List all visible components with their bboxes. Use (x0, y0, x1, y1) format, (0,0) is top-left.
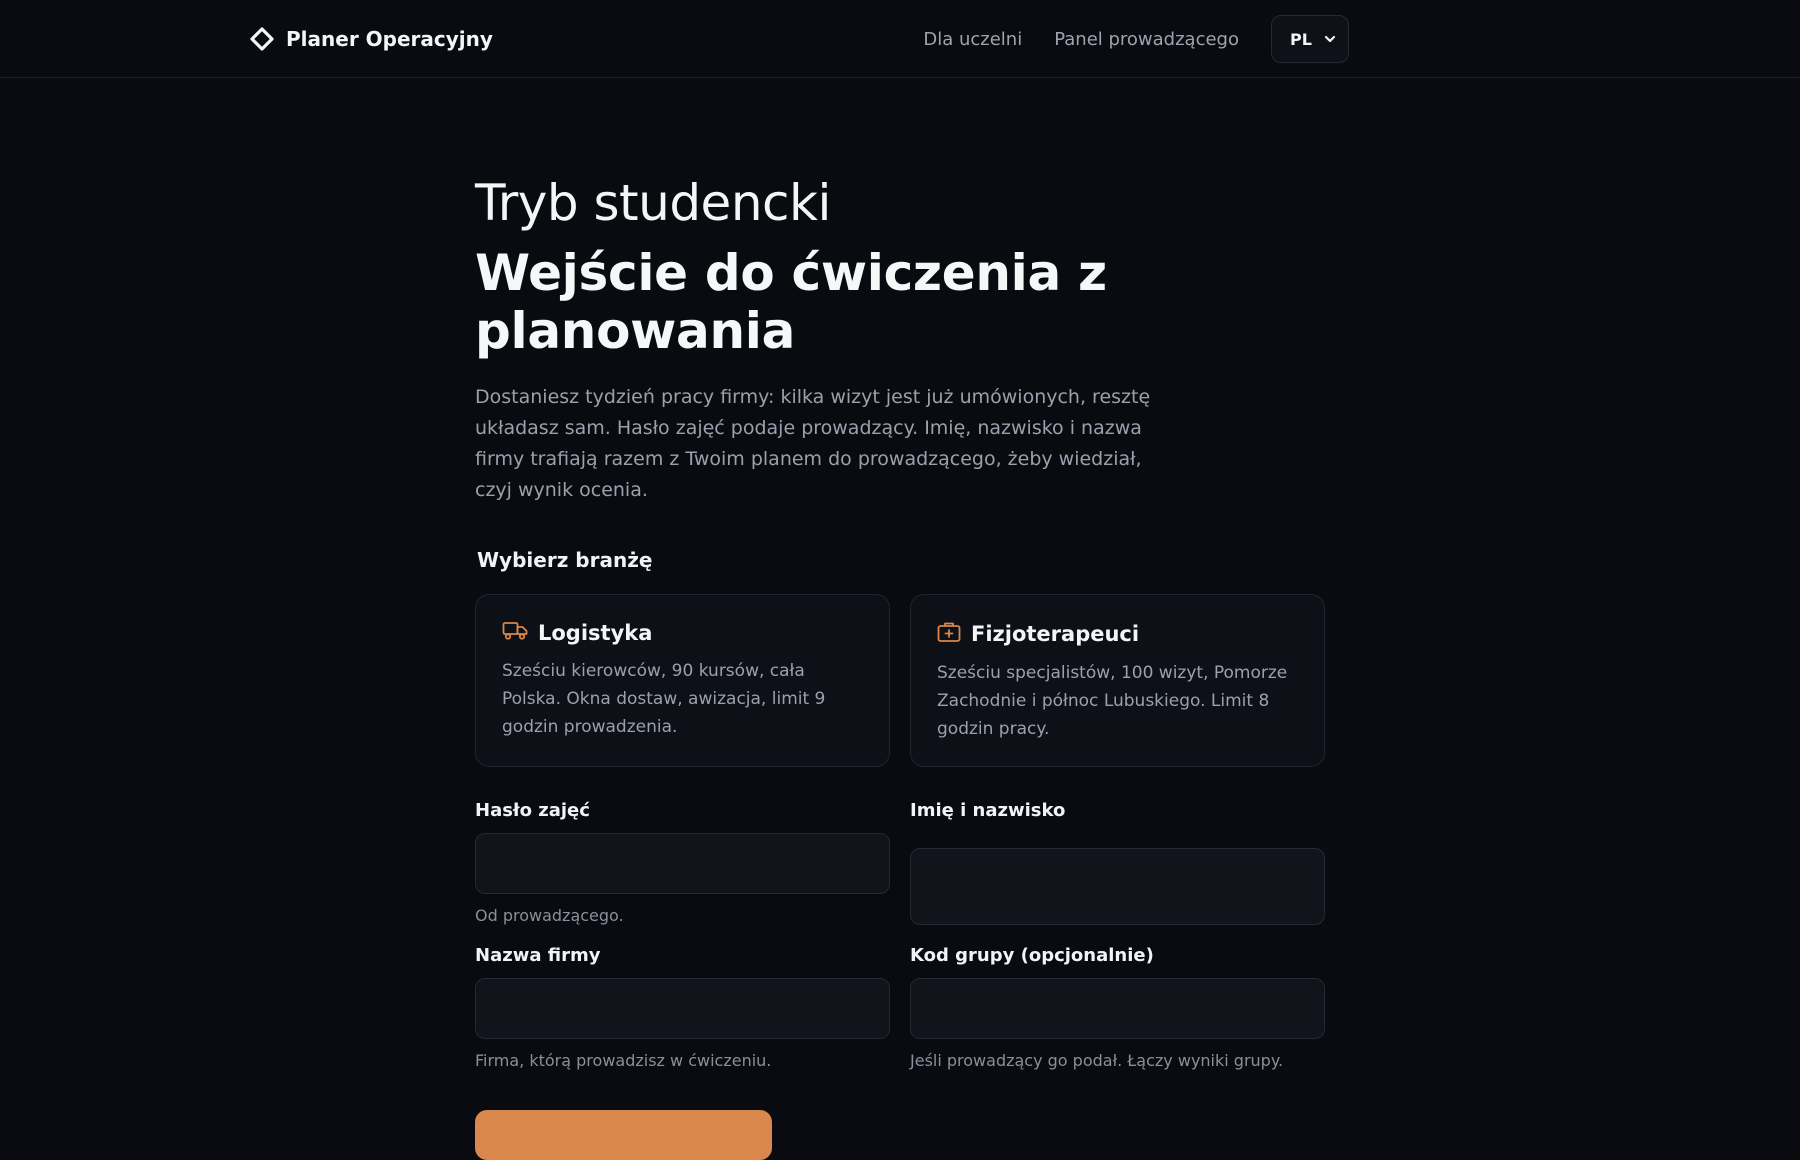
nav-link-for-universities[interactable]: Dla uczelni (923, 29, 1022, 50)
group-code-field: Kod grupy (opcjonalnie) Jeśli prowadzący… (910, 944, 1325, 1071)
nav-link-instructor-panel[interactable]: Panel prowadzącego (1054, 29, 1239, 50)
group-code-hint: Jeśli prowadzący go podał. Łączy wyniki … (910, 1051, 1284, 1070)
card-description: Sześciu kierowców, 90 kursów, cała Polsk… (502, 661, 826, 737)
page-description: Dostaniesz tydzień pracy firmy: kilka wi… (475, 386, 1151, 501)
full-name-input[interactable] (910, 848, 1325, 925)
page-title: Wejście do ćwiczenia z planowania (475, 244, 1107, 360)
class-password-hint: Od prowadzącego. (475, 906, 624, 925)
brand-name: Planer Operacyjny (286, 27, 493, 51)
class-password-input[interactable] (475, 833, 890, 894)
group-code-input[interactable] (910, 978, 1325, 1039)
full-name-field: Imię i nazwisko (910, 799, 1325, 926)
diamond-logo-icon (250, 27, 274, 51)
class-password-label: Hasło zajęć (475, 800, 590, 821)
company-name-label: Nazwa firmy (475, 945, 601, 966)
company-name-hint: Firma, którą prowadzisz w ćwiczeniu. (475, 1051, 772, 1070)
industry-section-label: Wybierz branżę (477, 548, 653, 572)
class-password-field: Hasło zajęć Od prowadzącego. (475, 799, 890, 926)
medical-kit-icon (937, 621, 961, 647)
company-name-input[interactable] (475, 978, 890, 1039)
industry-card-physiotherapists[interactable]: Fizjoterapeuci Sześciu specjalistów, 100… (910, 594, 1325, 767)
student-entry-form: Tryb studencki Wejście do ćwiczenia z pl… (475, 170, 1325, 1071)
form-fields: Hasło zajęć Od prowadzącego. Imię i nazw… (475, 799, 1325, 1071)
industry-options: Logistyka Sześciu kierowców, 90 kursów, … (475, 594, 1325, 767)
card-header: Logistyka (502, 621, 863, 645)
page-eyebrow: Tryb studencki (475, 174, 831, 232)
card-description: Sześciu specjalistów, 100 wizyt, Pomorze… (937, 663, 1288, 739)
industry-card-logistics[interactable]: Logistyka Sześciu kierowców, 90 kursów, … (475, 594, 890, 767)
truck-icon (502, 621, 528, 645)
chevron-down-icon (1324, 30, 1336, 49)
brand[interactable]: Planer Operacyjny (250, 24, 493, 54)
card-header: Fizjoterapeuci (937, 621, 1298, 647)
submit-button[interactable] (475, 1110, 772, 1160)
language-value: PL (1290, 29, 1312, 49)
top-navigation-bar: Planer Operacyjny Dla uczelni Panel prow… (0, 0, 1800, 78)
card-title: Logistyka (538, 621, 653, 645)
company-name-field: Nazwa firmy Firma, którą prowadzisz w ćw… (475, 944, 890, 1071)
language-select[interactable]: PL (1271, 15, 1349, 63)
full-name-label: Imię i nazwisko (910, 800, 1066, 821)
main-nav: Dla uczelni Panel prowadzącego PL (923, 15, 1349, 63)
group-code-label: Kod grupy (opcjonalnie) (910, 945, 1154, 966)
card-title: Fizjoterapeuci (971, 622, 1140, 646)
